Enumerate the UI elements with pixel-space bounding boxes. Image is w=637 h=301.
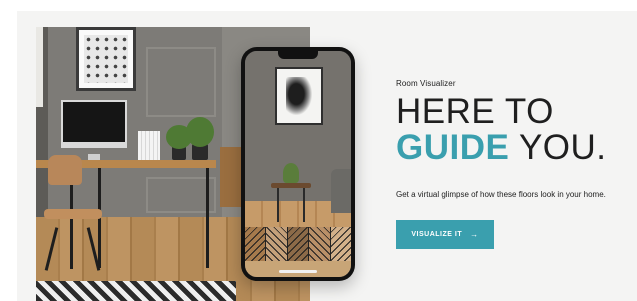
floor-swatch <box>266 227 287 261</box>
chair-seat <box>44 209 102 219</box>
chair-leg <box>70 219 73 269</box>
chair-back <box>48 155 82 185</box>
desktop-monitor <box>61 100 127 148</box>
subtext: Get a virtual glimpse of how these floor… <box>396 190 606 199</box>
headline-accent: GUIDE <box>396 128 510 167</box>
preview-bottom-floor <box>245 261 351 277</box>
preview-plant <box>283 163 299 183</box>
phone-notch <box>278 51 318 59</box>
book-stack <box>138 131 160 160</box>
floor-swatch <box>330 227 351 261</box>
headline-line1: HERE TO <box>396 92 554 131</box>
wall-artwork <box>76 27 136 91</box>
desk-leg <box>206 168 209 268</box>
home-indicator <box>279 270 317 273</box>
cta-label: VISUALIZE IT <box>411 231 463 238</box>
chair-post <box>70 185 73 209</box>
eyebrow-label: Room Visualizer <box>396 79 456 88</box>
floor-swatch <box>287 227 309 261</box>
arrow-right-icon: → <box>470 230 479 239</box>
preview-table-leg <box>277 188 279 222</box>
phone-mockup <box>241 47 355 281</box>
preview-table-leg <box>303 188 305 222</box>
headline: HERE TO GUIDE YOU. <box>396 94 607 166</box>
preview-artwork <box>275 67 323 125</box>
patterned-rug <box>36 281 236 301</box>
floor-swatch <box>245 227 266 261</box>
visualize-it-button[interactable]: VISUALIZE IT → <box>396 220 494 249</box>
headline-line2-rest: YOU. <box>509 128 607 167</box>
floor-swatch <box>309 227 330 261</box>
phone-screen <box>245 51 351 277</box>
wall-moulding <box>146 47 216 117</box>
preview-chair <box>331 169 351 213</box>
door-panel <box>36 27 43 107</box>
plant-leaves <box>186 117 214 147</box>
floor-swatch-strip <box>245 227 351 261</box>
